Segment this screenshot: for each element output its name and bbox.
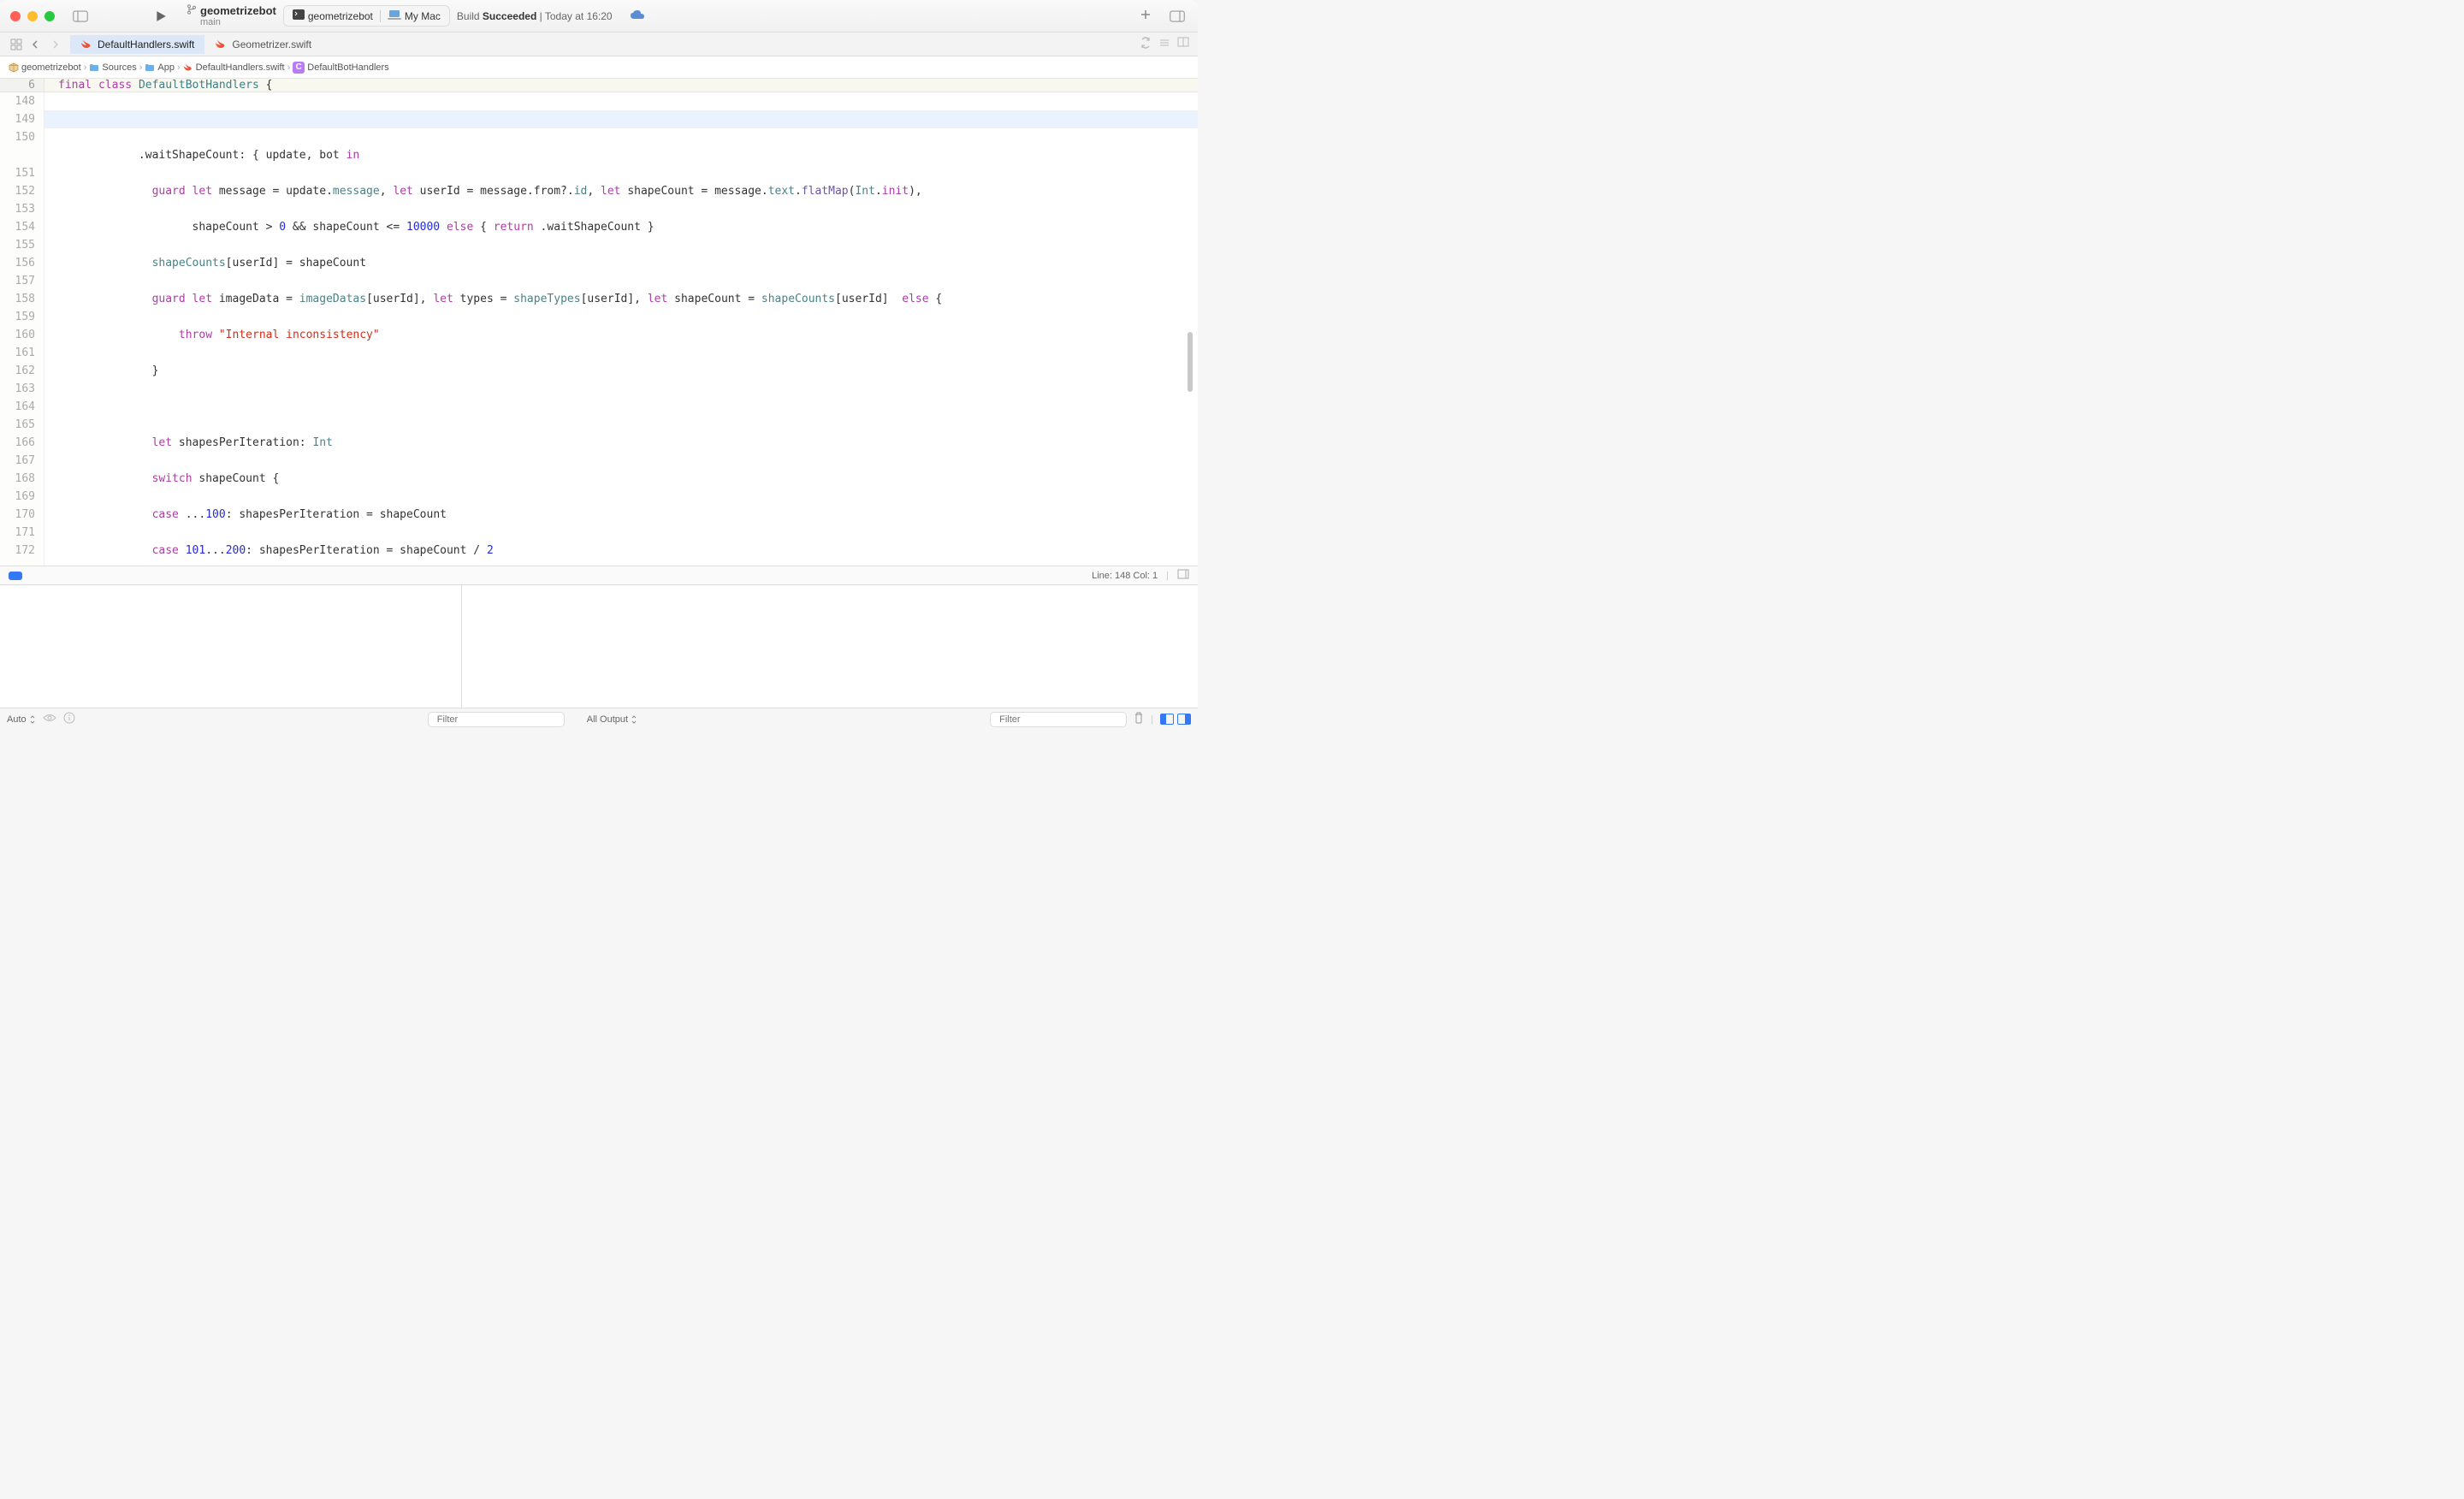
- run-button[interactable]: [149, 4, 173, 28]
- code-editor[interactable]: 148 149 150 151 152 153 154 155 156 157 …: [0, 92, 1198, 566]
- refresh-icon[interactable]: [1140, 37, 1152, 51]
- swift-file-icon: [80, 39, 92, 50]
- close-window-button[interactable]: [10, 11, 21, 21]
- breadcrumb: geometrizebot › Sources › App › DefaultH…: [0, 56, 1198, 79]
- show-variables-panel[interactable]: [1160, 714, 1174, 725]
- tab-default-handlers[interactable]: DefaultHandlers.swift: [70, 35, 204, 54]
- pinned-code: final class DefaultBotHandlers {: [44, 79, 272, 92]
- mac-icon: [388, 9, 401, 22]
- destination-name: My Mac: [405, 10, 441, 22]
- branch-icon: [187, 4, 197, 17]
- pinned-scope-line: 6 final class DefaultBotHandlers {: [0, 79, 1198, 92]
- cursor-position: Line: 148 Col: 1: [1092, 571, 1158, 581]
- window-controls: [10, 11, 55, 21]
- terminal-icon: [293, 9, 305, 22]
- quicklook-icon[interactable]: [43, 714, 56, 725]
- clear-console-button[interactable]: [1134, 712, 1144, 726]
- scheme-name: geometrizebot: [308, 10, 373, 22]
- console-output-selector[interactable]: All Output: [587, 714, 637, 725]
- auto-scope-selector[interactable]: Auto: [7, 714, 36, 725]
- folder-icon: [89, 62, 99, 73]
- folder-icon: [145, 62, 155, 73]
- cloud-status-icon[interactable]: [630, 9, 645, 22]
- breadcrumb-sources[interactable]: Sources: [102, 62, 136, 73]
- info-icon[interactable]: [63, 712, 75, 726]
- adjust-editor-options-icon[interactable]: [1158, 37, 1170, 51]
- pinned-line-number: 6: [0, 79, 44, 92]
- debug-bottom-bar: Auto All Output |: [0, 708, 1198, 730]
- console-filter-input[interactable]: [990, 712, 1127, 727]
- scrollbar-thumb[interactable]: [1188, 332, 1193, 392]
- zoom-window-button[interactable]: [44, 11, 55, 21]
- minimap-toggle-icon[interactable]: [1177, 569, 1189, 582]
- console-view[interactable]: [462, 585, 1198, 708]
- show-console-panel[interactable]: [1177, 714, 1191, 725]
- swift-file-icon: [215, 39, 227, 50]
- navigator-grid-button[interactable]: [7, 35, 26, 54]
- editor-status-bar: Line: 148 Col: 1 |: [0, 566, 1198, 584]
- breadcrumb-symbol[interactable]: DefaultBotHandlers: [307, 62, 388, 73]
- minimize-window-button[interactable]: [27, 11, 38, 21]
- branch-name: main: [200, 17, 276, 27]
- build-status[interactable]: Build Succeeded | Today at 16:20: [457, 10, 613, 22]
- variables-filter-input[interactable]: [428, 712, 565, 727]
- breadcrumb-file[interactable]: DefaultHandlers.swift: [196, 62, 285, 73]
- forward-button[interactable]: [46, 35, 65, 54]
- breadcrumb-app[interactable]: App: [157, 62, 175, 73]
- code-content[interactable]: .waitShapeCount: { update, bot in guard …: [44, 92, 1198, 566]
- scheme-destination-selector[interactable]: geometrizebot My Mac: [283, 5, 450, 27]
- debug-panel-layout: [1160, 714, 1191, 725]
- class-symbol-icon: C: [293, 62, 305, 74]
- titlebar: geometrizebot main geometrizebot My Mac …: [0, 0, 1198, 33]
- variables-view[interactable]: [0, 585, 462, 708]
- debug-area: [0, 584, 1198, 708]
- cursor-line: [44, 110, 1198, 128]
- editor-layout-icon[interactable]: [1177, 37, 1189, 51]
- line-gutter: 148 149 150 151 152 153 154 155 156 157 …: [0, 92, 44, 566]
- add-tab-button[interactable]: [1140, 9, 1152, 23]
- inspector-sidebar-toggle[interactable]: [1167, 8, 1188, 25]
- back-button[interactable]: [26, 35, 44, 54]
- xcode-window: geometrizebot main geometrizebot My Mac …: [0, 0, 1198, 730]
- breadcrumb-project[interactable]: geometrizebot: [21, 62, 81, 73]
- debug-bar-toggle[interactable]: [9, 572, 22, 580]
- project-info[interactable]: geometrizebot main: [187, 4, 276, 27]
- project-icon: [9, 62, 19, 73]
- project-name: geometrizebot: [200, 4, 276, 17]
- tab-bar: DefaultHandlers.swift Geometrizer.swift: [0, 33, 1198, 56]
- swift-file-icon: [183, 62, 193, 73]
- tab-geometrizer[interactable]: Geometrizer.swift: [204, 35, 322, 54]
- navigator-sidebar-toggle[interactable]: [70, 8, 91, 25]
